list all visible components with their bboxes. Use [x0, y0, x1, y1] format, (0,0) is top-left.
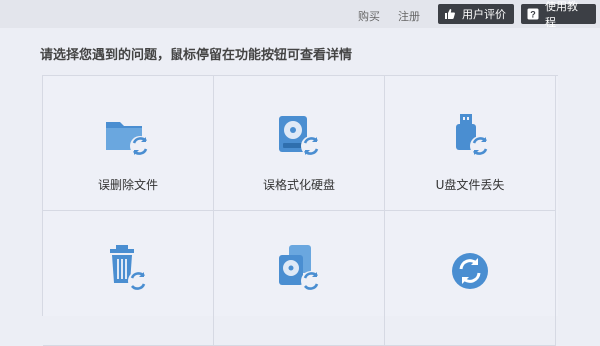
- top-bar: 购买 注册 用户评价 ? 使用教程: [0, 0, 600, 29]
- tutorial-label: 使用教程: [545, 0, 578, 29]
- trash-recover-icon: [102, 241, 154, 293]
- usb-recover-icon: [444, 110, 496, 162]
- tile-recover[interactable]: [385, 211, 556, 346]
- user-reviews-label: 用户评价: [462, 8, 506, 21]
- tutorial-button[interactable]: ? 使用教程: [521, 0, 596, 29]
- tile-usb-lost-files[interactable]: U盘文件丢失: [385, 76, 556, 211]
- thumbs-up-icon: [444, 8, 456, 20]
- svg-text:?: ?: [530, 9, 536, 19]
- feature-grid: 误删除文件 误格式化硬盘 U盘文件丢失: [42, 75, 558, 346]
- register-link[interactable]: 注册: [398, 8, 420, 24]
- recover-icon: [444, 241, 496, 293]
- partition-recover-icon: [273, 241, 325, 293]
- help-icon: ?: [527, 8, 539, 20]
- tile-recycle-bin[interactable]: [43, 211, 214, 346]
- buy-link[interactable]: 购买: [358, 8, 380, 24]
- disk-recover-icon: [273, 110, 325, 162]
- user-reviews-button[interactable]: 用户评价: [438, 4, 514, 24]
- instruction-text: 请选择您遇到的问题，鼠标停留在功能按钮可查看详情: [40, 48, 353, 63]
- tile-label: U盘文件丢失: [435, 178, 505, 192]
- tile-label: 误删除文件: [97, 178, 158, 192]
- tile-deleted-files[interactable]: 误删除文件: [43, 76, 214, 211]
- tile-label: 误格式化硬盘: [262, 178, 335, 192]
- tile-partition[interactable]: [214, 211, 385, 346]
- tile-formatted-disk[interactable]: 误格式化硬盘: [214, 76, 385, 211]
- folder-recover-icon: [102, 110, 154, 162]
